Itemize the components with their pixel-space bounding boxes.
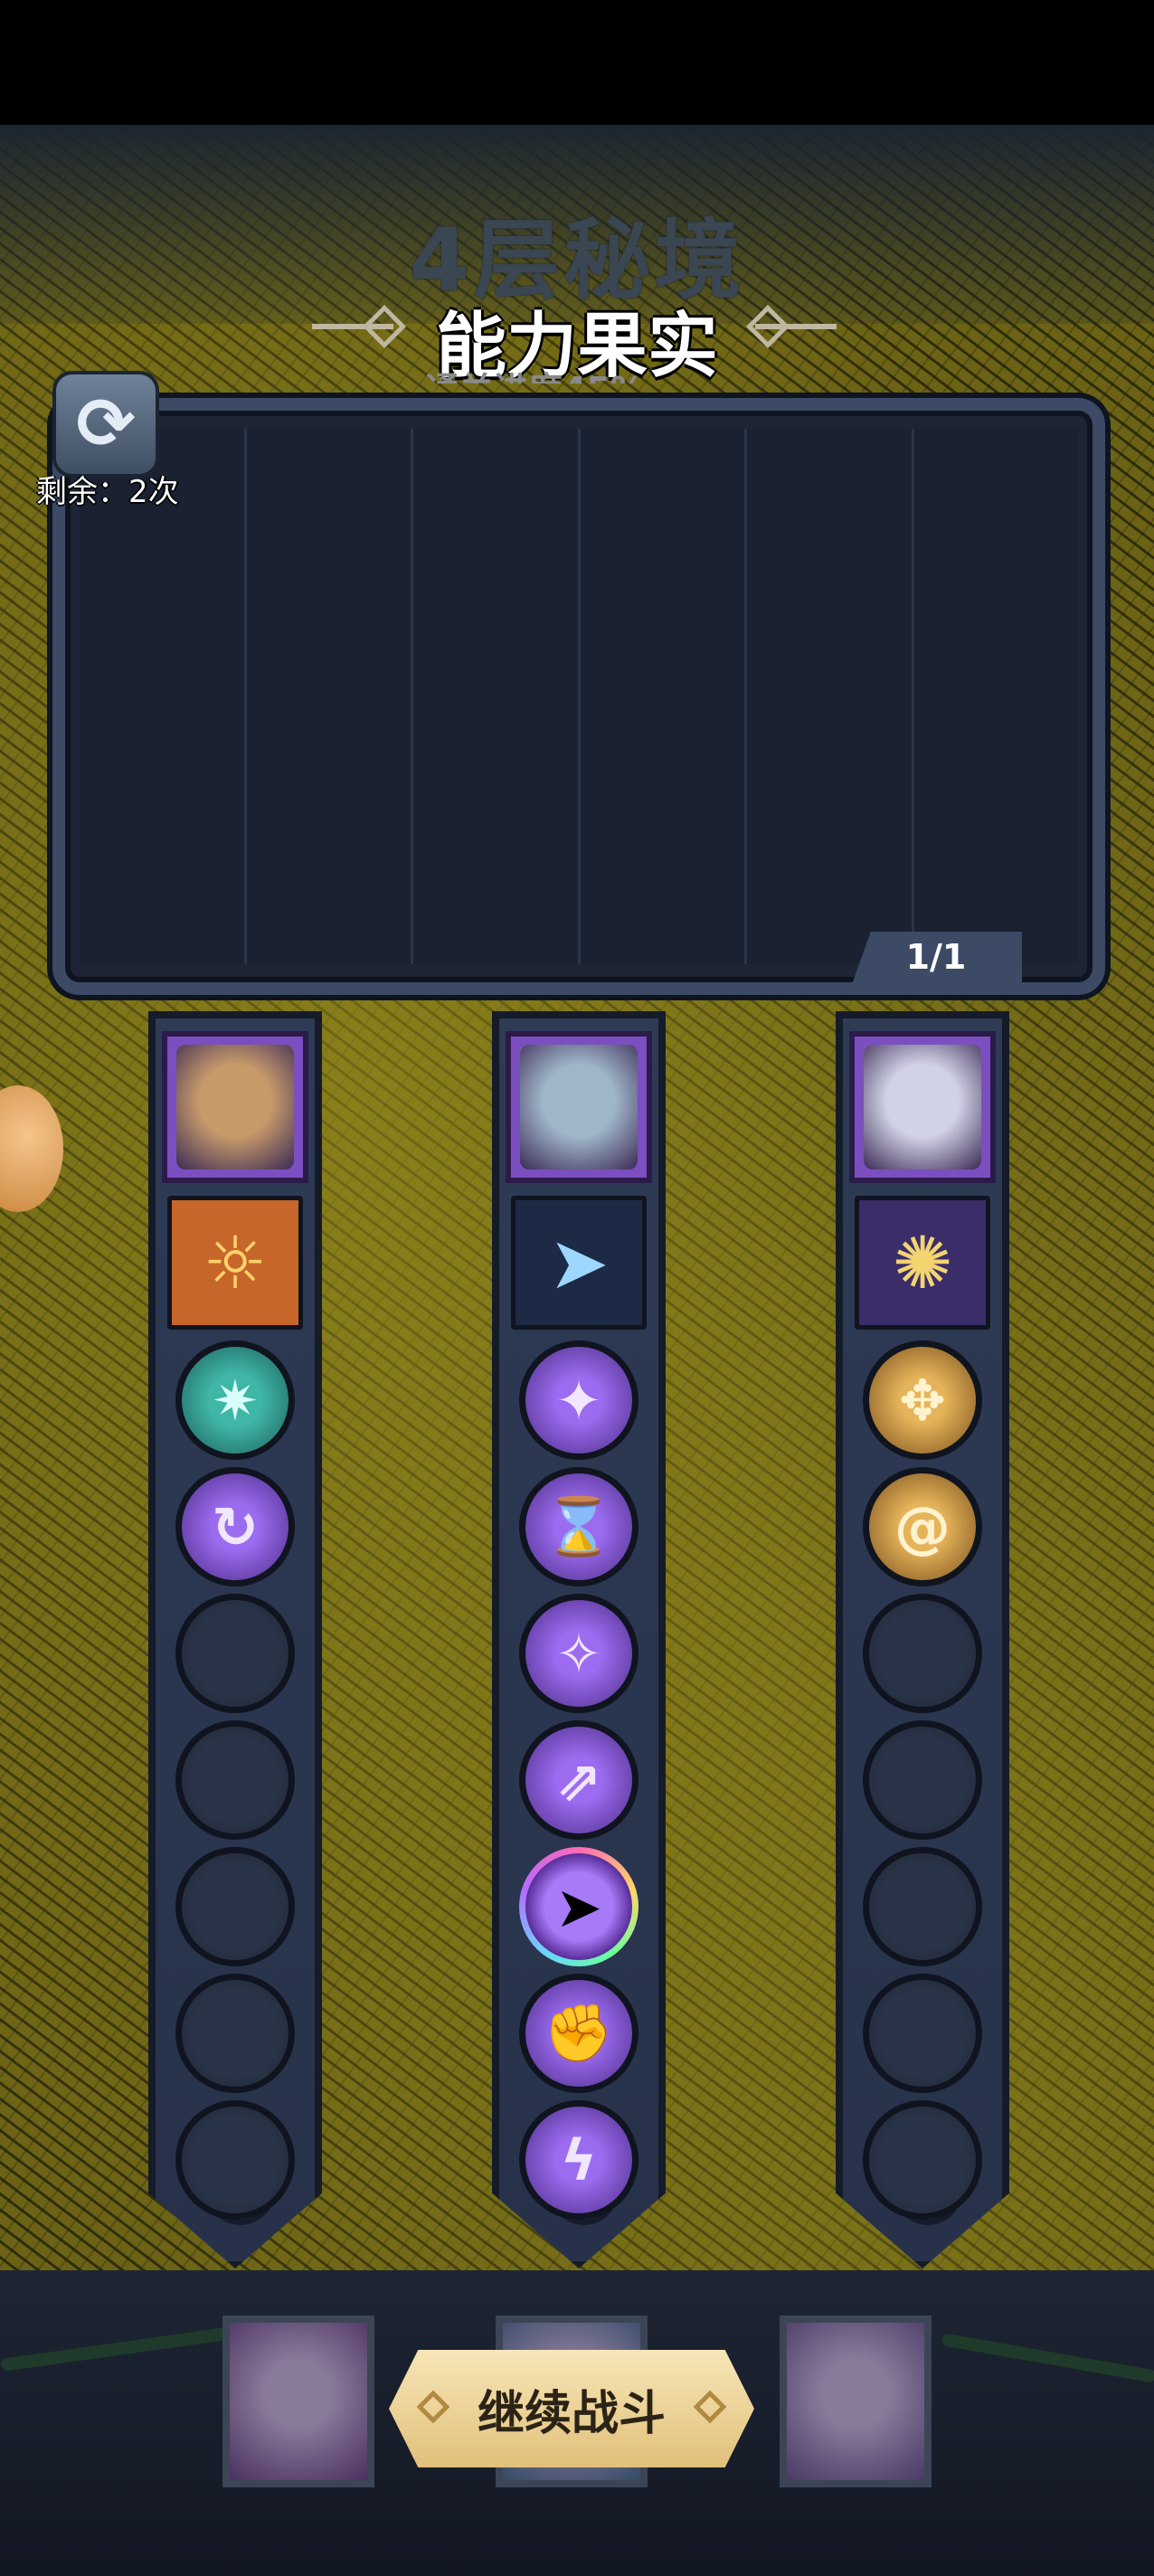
empty-skill-slot[interactable] — [175, 1847, 295, 1966]
hero-portrait-golden-goddess[interactable] — [162, 1031, 308, 1183]
shard-split-icon[interactable]: ✧ — [519, 1594, 638, 1713]
jet-dash-card-icon[interactable]: ➤ — [511, 1196, 647, 1330]
fruit-column — [580, 429, 747, 964]
empty-skill-slot[interactable] — [175, 2100, 295, 2220]
empty-skill-slot[interactable] — [175, 1720, 295, 1840]
empty-skill-slot[interactable] — [175, 1594, 295, 1713]
empty-skill-slot[interactable] — [863, 1974, 982, 2093]
empty-skill-slot[interactable] — [863, 2100, 982, 2220]
remaining-count-label: 剩余：2次 — [36, 474, 179, 510]
empty-skill-slot[interactable] — [863, 1720, 982, 1840]
power-fist-icon[interactable]: ✊ — [519, 1974, 638, 2093]
crystal-burst-icon[interactable]: ✷ — [175, 1340, 295, 1460]
arrow-strike-icon[interactable]: ➤ — [519, 1847, 638, 1966]
game-screen: 4层秘境 能力果实 通关进度45% ⟳ 剩余：2次 1/1 ☼✷↻➤✦⌛✧⇗➤✊… — [0, 0, 1154, 2576]
golden-beam-card-icon[interactable]: ✺ — [855, 1196, 990, 1330]
lightning-dots-icon[interactable]: ϟ — [519, 2100, 638, 2220]
refresh-icon: ⟳ — [76, 384, 136, 465]
bottom-hero-portrait-1 — [222, 2316, 374, 2487]
hero-face-icon — [864, 1045, 981, 1170]
page-counter: 1/1 — [905, 937, 967, 977]
hero-face-icon — [176, 1045, 294, 1170]
spiral-arrow-icon[interactable]: ↻ — [175, 1467, 295, 1586]
status-bar-area — [0, 0, 1154, 125]
fruit-column — [913, 429, 1078, 964]
hero-portrait-silver-sorceress[interactable] — [849, 1031, 996, 1183]
swirl-scroll-icon[interactable]: @ — [863, 1467, 982, 1586]
bottom-hero-portrait-3 — [780, 2316, 932, 2487]
refresh-button[interactable]: ⟳ — [52, 371, 159, 478]
fruit-column — [413, 429, 581, 964]
fruit-column — [747, 429, 914, 964]
continue-battle-label: 继续战斗 — [477, 2386, 666, 2441]
empty-skill-slot[interactable] — [863, 1847, 982, 1966]
fruit-panel-columns — [80, 429, 1078, 964]
hourglass-icon[interactable]: ⌛ — [519, 1467, 638, 1586]
fruit-panel — [52, 398, 1105, 995]
cross-arrows-icon[interactable]: ✥ — [863, 1340, 982, 1460]
claw-strike-icon[interactable]: ✦ — [519, 1340, 638, 1460]
sun-mask-card-icon[interactable]: ☼ — [167, 1196, 303, 1330]
hero-face-icon — [520, 1045, 638, 1170]
empty-skill-slot[interactable] — [175, 1974, 295, 2093]
hero-portrait-mech-robot[interactable] — [506, 1031, 652, 1183]
rising-arrows-icon[interactable]: ⇗ — [519, 1720, 638, 1840]
fruit-column — [246, 429, 413, 964]
empty-skill-slot[interactable] — [863, 1594, 982, 1713]
